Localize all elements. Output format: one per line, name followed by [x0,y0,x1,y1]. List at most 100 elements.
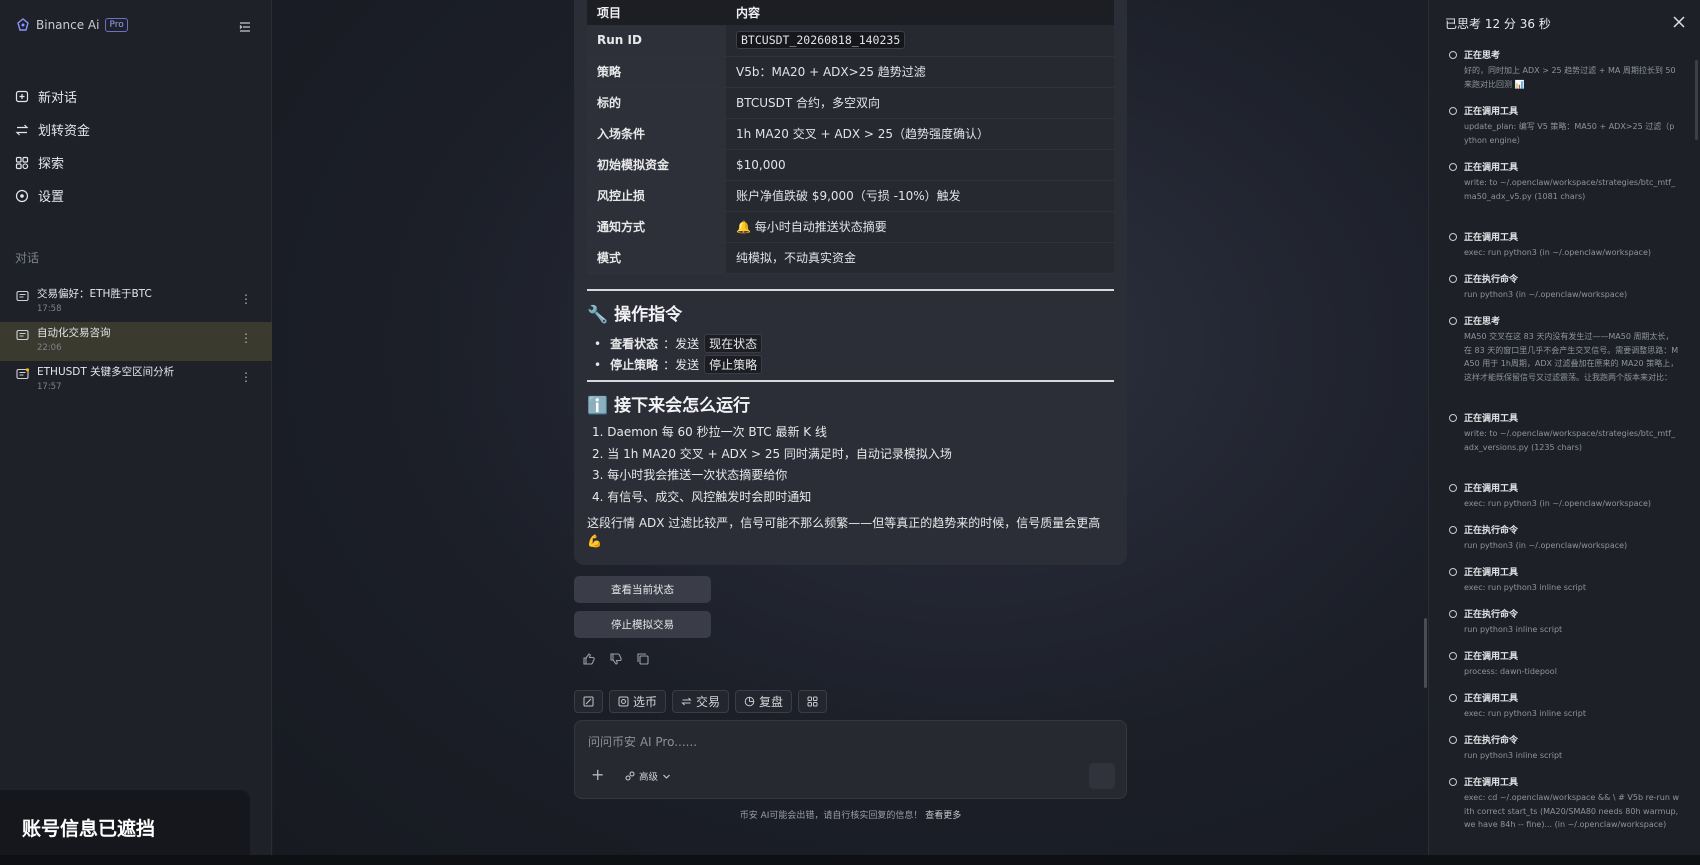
row-value: BTCUSDT 合约，多空双向 [726,87,1114,119]
step-title: 正在调用工具 [1464,107,1519,117]
thumbs-down-icon[interactable] [609,652,623,666]
conversation-item[interactable]: ETHUSDT 关键多空区间分析 17:57 ⋮ [0,361,272,400]
nav-label: 设置 [38,190,65,205]
apps-button[interactable] [798,690,828,713]
step-detail: MA50 交叉在这 83 天内没有发生过——MA50 周期太长，在 83 天的窗… [1464,332,1679,382]
list-item: 停止策略 ：发送停止策略 [594,354,763,375]
row-key: 策略 [587,56,726,88]
review-label: 复盘 [759,695,784,709]
step-title: 正在调用工具 [1464,233,1519,243]
row-value: 1h MA20 交叉 + ADX > 25（趋势强度确认） [726,118,1114,150]
collapse-sidebar-icon[interactable] [237,19,253,35]
advanced-dropdown[interactable]: 高级 [625,769,671,783]
chat-icon [16,329,29,341]
nav-new-chat[interactable]: 新对话 [15,80,90,113]
table-row: 风控止损 账户净值跌破 $9,000（亏损 -10%）触发 [587,180,1114,212]
run-steps-list: 1. Daemon 每 60 秒拉一次 BTC 最新 K 线 2. 当 1h M… [592,423,952,509]
edit-button[interactable] [574,690,603,713]
edit-icon [583,696,594,707]
brand[interactable]: Binance Ai Pro [16,18,128,32]
run-id-code[interactable]: BTCUSDT_20260818_140235 [736,31,906,50]
step-detail: run python3 (in ~/.openclaw/workspace) [1464,290,1628,299]
panel-scrollbar[interactable] [1695,60,1698,140]
more-options-icon[interactable]: ⋮ [240,371,252,383]
learn-more-link[interactable]: 查看更多 [925,811,961,821]
row-value: V5b：MA20 + ADX>25 趋势过滤 [726,56,1114,88]
step-title: 正在调用工具 [1464,484,1519,494]
thinking-step: 正在思考 MA50 交叉在这 83 天内没有发生过——MA50 周期太长，在 83… [1449,314,1679,411]
divider [587,289,1114,291]
step-title: 正在执行命令 [1464,736,1519,746]
list-item: 2. 当 1h MA20 交叉 + ADX > 25 同时满足时，自动记录模拟入… [592,446,952,461]
thinking-step: 正在调用工具 update_plan: 编写 V5 策略：MA50 + ADX>2… [1449,104,1679,160]
chat-main: 项目 内容 Run ID BTCUSDT_20260818_140235 策略 … [273,0,1428,865]
row-key: 通知方式 [587,211,726,243]
message-input[interactable]: 问问币安 AI Pro...... [588,733,697,750]
conversation-title: ETHUSDT 关键多空区间分析 [37,366,175,378]
nav-transfer[interactable]: 划转资金 [15,113,90,146]
divider [587,380,1114,382]
command-tag[interactable]: 现在状态 [704,334,763,353]
thinking-step: 正在调用工具 exec: run python3 inline script [1449,691,1679,733]
conversation-item[interactable]: 交易偏好：ETH胜于BTC 17:58 ⋮ [0,283,272,322]
explore-icon [15,156,29,169]
send-button[interactable] [1089,763,1115,789]
step-detail: run python3 inline script [1464,625,1563,634]
coin-select-button[interactable]: 选币 [609,690,667,713]
op-verb: ：发送 [663,337,700,351]
conversations-heading: 对话 [15,251,40,265]
copy-icon[interactable] [636,652,650,666]
thumbs-up-icon[interactable] [582,652,596,666]
conversation-item-active[interactable]: 自动化交易咨询 22:06 ⋮ [0,322,272,361]
trade-icon [681,697,692,706]
nav-settings[interactable]: 设置 [15,179,90,212]
step-detail: process: dawn-tidepool [1464,667,1557,676]
closing-paragraph: 这段行情 ADX 过滤比较严，信号可能不那么频繁——但等真正的趋势来的时候，信号… [587,516,1101,548]
chevron-down-icon [663,774,670,779]
thinking-step: 正在调用工具 exec: run python3 (in ~/.openclaw/… [1449,481,1679,523]
step-title: 正在调用工具 [1464,778,1519,788]
model-icon [625,771,635,781]
attach-plus-icon[interactable]: + [591,765,604,784]
conversation-time: 17:58 [37,304,62,314]
step-detail: write: to ~/.openclaw/workspace/strategi… [1464,429,1676,452]
step-title: 正在执行命令 [1464,526,1519,536]
settings-icon [15,189,29,202]
list-item: 1. Daemon 每 60 秒拉一次 BTC 最新 K 线 [592,425,827,439]
brand-name: Binance Ai [36,18,100,32]
nav-explore[interactable]: 探索 [15,146,90,179]
table-header: 项目 [587,0,726,25]
more-options-icon[interactable]: ⋮ [240,332,252,344]
thinking-step: 正在调用工具 exec: run python3 inline script [1449,565,1679,607]
step-detail: write: to ~/.openclaw/workspace/strategi… [1464,178,1676,201]
chat-composer[interactable]: 问问币安 AI Pro...... + 高级 [574,720,1127,799]
conversation-title: 自动化交易咨询 [37,327,111,339]
row-key: 初始模拟资金 [587,149,726,181]
assistant-message: 项目 内容 Run ID BTCUSDT_20260818_140235 策略 … [574,0,1127,565]
stop-simulation-button[interactable]: 停止模拟交易 [574,611,711,638]
review-button[interactable]: 复盘 [735,690,793,713]
bottom-strip [0,855,1700,865]
step-title: 正在调用工具 [1464,652,1519,662]
close-icon[interactable] [1672,15,1686,29]
list-item: 查看状态 ：发送现在状态 [594,333,763,354]
conversation-time: 22:06 [37,343,62,353]
disclaimer: 币安 AI可能会出错，请自行核实回复的信息！ 查看更多 [574,808,1127,821]
thinking-steps: 正在思考 好的，同时加上 ADX > 25 趋势过滤 + MA 周期拉长到 50 … [1449,48,1679,845]
step-title: 正在执行命令 [1464,275,1519,285]
step-detail: 好的，同时加上 ADX > 25 趋势过滤 + MA 周期拉长到 50 来跑对比… [1464,66,1676,89]
binance-logo-icon [17,18,29,31]
thinking-duration: 已思考 12 分 36 秒 [1445,17,1551,31]
step-detail: run python3 inline script [1464,751,1563,760]
op-verb: ：发送 [663,358,700,372]
conversation-title: 交易偏好：ETH胜于BTC [37,288,152,300]
list-item: 3. 每小时我会推送一次状态摘要给你 [592,468,788,482]
main-scrollbar[interactable] [1424,618,1427,688]
view-status-button[interactable]: 查看当前状态 [574,576,711,603]
coin-select-icon [618,696,629,707]
more-options-icon[interactable]: ⋮ [240,293,252,305]
sidebar-nav: 新对话 划转资金 探索 设置 [15,80,90,212]
op-label: 查看状态 [610,337,659,351]
trade-button[interactable]: 交易 [672,690,730,713]
command-tag[interactable]: 停止策略 [704,355,763,374]
